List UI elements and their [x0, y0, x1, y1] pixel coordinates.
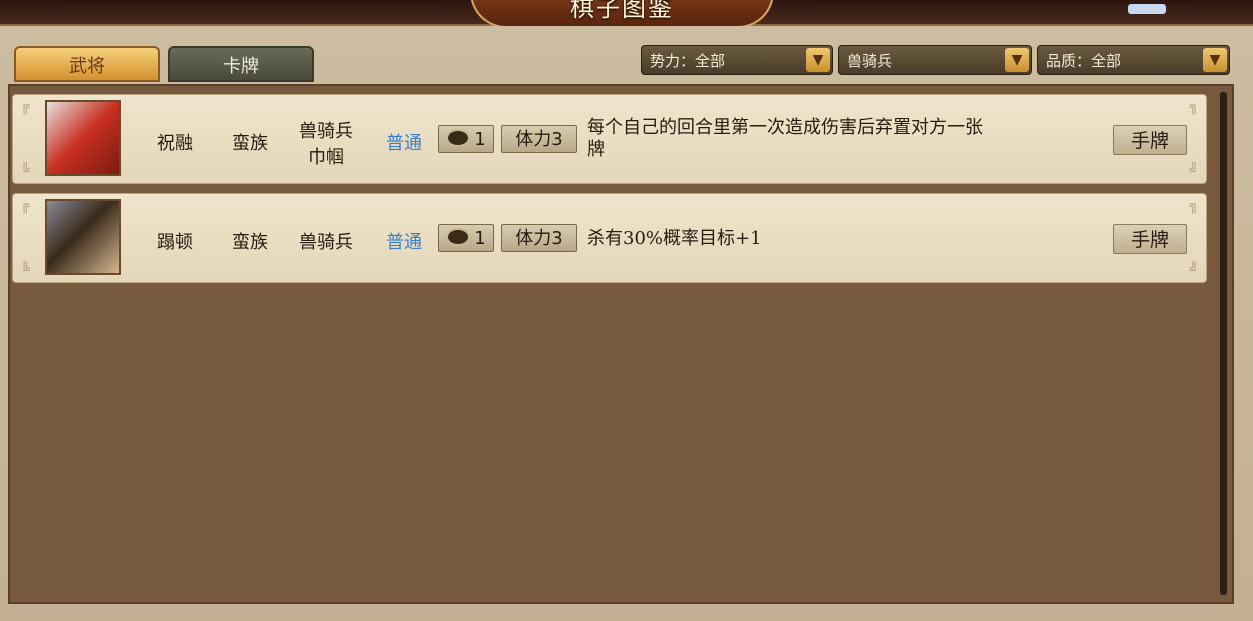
- tab-generals[interactable]: 武将: [14, 46, 160, 82]
- hand-button[interactable]: 手牌: [1113, 224, 1187, 254]
- stamina-badge: 体力3: [501, 224, 577, 252]
- quality-label: 普通: [386, 232, 422, 253]
- list-scrollbar[interactable]: [1220, 92, 1227, 595]
- chevron-down-icon: ▼: [1005, 48, 1029, 72]
- class-label: 兽骑兵: [299, 232, 353, 253]
- chevron-down-icon: ▼: [1203, 48, 1227, 72]
- cost-badge: 1: [438, 224, 494, 252]
- list-item[interactable]: ╔ ╚ ╗ ╝ 祝融 蛮族 兽骑兵 巾帼 普通 1 体力3 每个自己的回合里第一…: [12, 94, 1207, 184]
- page-title: 棋子图鉴: [570, 0, 674, 22]
- cost-value: 1: [474, 228, 486, 249]
- general-name: 祝融: [157, 133, 193, 154]
- corner-ornament-icon: ╗: [1189, 198, 1198, 214]
- general-name: 蹋顿: [157, 232, 193, 253]
- corner-ornament-icon: ╚: [21, 163, 30, 179]
- faction-filter-dropdown[interactable]: 势力：全部 ▼: [641, 45, 833, 75]
- top-bar-decoration-left: [60, 6, 440, 14]
- chevron-down-icon: ▼: [806, 48, 830, 72]
- skill-description: 每个自己的回合里第一次造成伤害后弃置对方一张 牌: [587, 117, 1097, 161]
- skill-description: 杀有30%概率目标+1: [587, 228, 1097, 250]
- coin-icon: [446, 228, 471, 246]
- avatar[interactable]: [45, 199, 121, 275]
- avatar[interactable]: [45, 100, 121, 176]
- faction-label: 蛮族: [232, 232, 268, 253]
- cost-value: 1: [474, 129, 486, 150]
- stamina-badge: 体力3: [501, 125, 577, 153]
- quality-filter-label: 品质：全部: [1046, 52, 1122, 70]
- corner-ornament-icon: ╚: [21, 262, 30, 278]
- skill-description-line: 杀有30%概率目标+1: [587, 228, 762, 249]
- faction-filter-label: 势力：全部: [650, 52, 726, 70]
- class-filter-label: 兽骑兵: [847, 52, 893, 70]
- top-bar-ornament-icon: [1128, 4, 1166, 14]
- corner-ornament-icon: ╔: [21, 198, 30, 214]
- quality-filter-dropdown[interactable]: 品质：全部 ▼: [1037, 45, 1230, 75]
- hand-button[interactable]: 手牌: [1113, 125, 1187, 155]
- skill-description-line: 牌: [587, 139, 605, 160]
- cost-badge: 1: [438, 125, 494, 153]
- corner-ornament-icon: ╔: [21, 99, 30, 115]
- class-filter-dropdown[interactable]: 兽骑兵 ▼: [838, 45, 1032, 75]
- coin-icon: [446, 129, 471, 147]
- tab-cards[interactable]: 卡牌: [168, 46, 314, 82]
- corner-ornament-icon: ╝: [1189, 262, 1198, 278]
- class-label: 兽骑兵: [299, 121, 353, 142]
- list-item[interactable]: ╔ ╚ ╗ ╝ 蹋顿 蛮族 兽骑兵 普通 1 体力3 杀有30%概率目标+1 手…: [12, 193, 1207, 283]
- faction-label: 蛮族: [232, 133, 268, 154]
- title-plate: 棋子图鉴: [470, 0, 774, 28]
- corner-ornament-icon: ╝: [1189, 163, 1198, 179]
- quality-label: 普通: [386, 133, 422, 154]
- class-label-secondary: 巾帼: [308, 147, 344, 168]
- skill-description-line: 每个自己的回合里第一次造成伤害后弃置对方一张: [587, 117, 983, 138]
- corner-ornament-icon: ╗: [1189, 99, 1198, 115]
